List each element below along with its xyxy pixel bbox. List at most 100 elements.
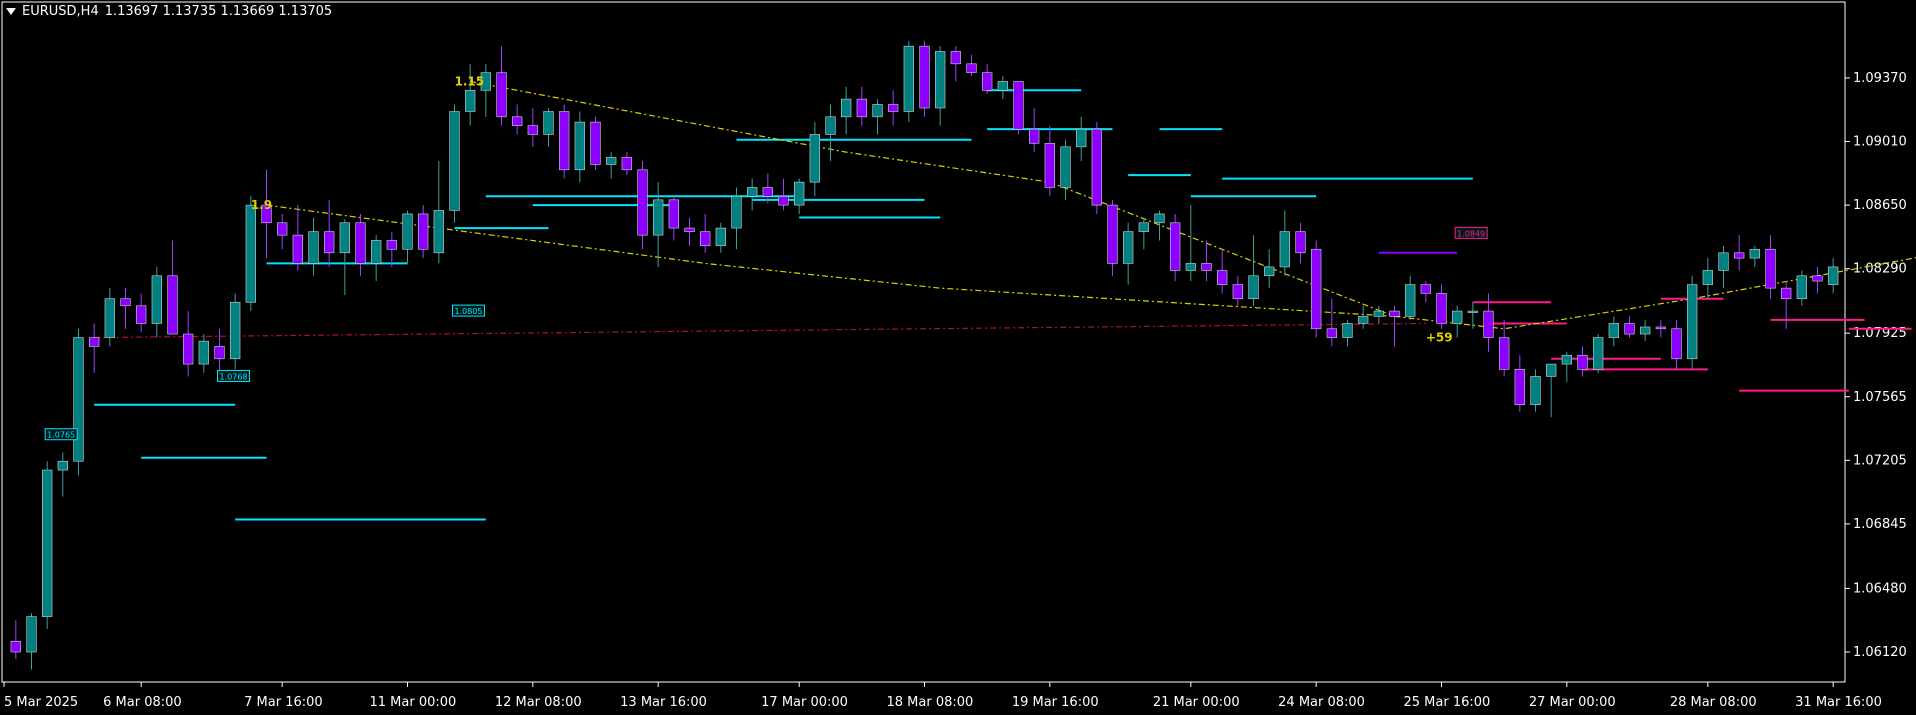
candle-body [386, 240, 397, 250]
candle-body [668, 199, 679, 229]
candle-body [1185, 263, 1196, 271]
candle-body [324, 231, 335, 254]
x-tick-label: 5 Mar 2025 [4, 695, 78, 710]
candle-body [1640, 326, 1651, 335]
candle-body [1123, 231, 1134, 264]
candle-body [574, 121, 585, 171]
x-tick-label: 31 Mar 16:00 [1795, 695, 1882, 710]
candle-body [1326, 328, 1337, 338]
candle-body [1138, 222, 1149, 232]
candle-body [1342, 323, 1353, 338]
trend-line [94, 322, 1426, 339]
y-tick-label: 1.06120 [1853, 645, 1907, 660]
price-tag-label: 1.0768 [220, 372, 248, 381]
candle-body [292, 234, 303, 264]
candle-body [1389, 310, 1400, 317]
candle-body [198, 340, 209, 365]
candle-body [1812, 275, 1823, 282]
candle-body [653, 199, 664, 236]
candle-body [371, 240, 382, 264]
candle-body [621, 157, 632, 171]
candle-body [1577, 354, 1588, 370]
candle-body [825, 116, 836, 135]
candle-body [10, 641, 21, 653]
x-tick-label: 19 Mar 16:00 [1012, 695, 1099, 710]
candle-body [167, 275, 178, 335]
candle-body [762, 187, 773, 197]
candle-body [1796, 275, 1807, 300]
candle-body [1765, 248, 1776, 289]
candle-body [1467, 310, 1478, 313]
candle-body [136, 305, 147, 324]
candle-body [1076, 128, 1087, 148]
candle-body [1420, 284, 1431, 294]
candle-body [997, 81, 1008, 91]
y-tick-label: 1.06480 [1853, 581, 1907, 596]
candle-body [700, 231, 711, 247]
candle-body [1170, 222, 1181, 271]
candle-body [57, 460, 68, 471]
candle-body [418, 213, 429, 250]
candle-body [1702, 270, 1713, 285]
candle-body [794, 181, 805, 206]
candle-body [1718, 252, 1729, 271]
candle-body [339, 222, 350, 254]
annotation-label: 1.9 [251, 198, 272, 212]
candle-body [950, 51, 961, 65]
candle-body [496, 72, 507, 118]
candle-body [715, 227, 726, 247]
candle-body [1295, 231, 1306, 254]
candle-body [26, 616, 37, 653]
candle-body [1264, 266, 1275, 277]
candle-body [120, 298, 131, 307]
y-tick-label: 1.06845 [1853, 517, 1907, 532]
price-chart[interactable]: 1.093701.090101.086501.082901.079251.075… [0, 0, 1916, 715]
candle-body [1608, 323, 1619, 338]
candle-body [214, 346, 225, 360]
y-tick-label: 1.09370 [1853, 71, 1907, 86]
candle-body [1436, 293, 1447, 324]
candle-body [888, 104, 899, 112]
candle-body [512, 116, 523, 126]
x-tick-label: 17 Mar 00:00 [761, 695, 848, 710]
candle-body [527, 125, 538, 135]
x-tick-label: 7 Mar 16:00 [244, 695, 323, 710]
y-tick-label: 1.09010 [1853, 135, 1907, 150]
candle-body [606, 157, 617, 165]
price-tag-label: 1.0805 [455, 307, 483, 316]
candle-body [1530, 376, 1541, 406]
candle-body [1749, 248, 1760, 259]
candle-body [1671, 328, 1682, 360]
candle-body [731, 195, 742, 229]
candle-body [104, 298, 115, 338]
candle-body [872, 104, 883, 118]
y-tick-label: 1.07205 [1853, 453, 1907, 468]
candle-body [89, 337, 100, 347]
candle-body [1013, 81, 1024, 130]
candle-body [1593, 337, 1604, 370]
candle-body [1248, 275, 1259, 300]
candle-body [747, 187, 758, 197]
candle-body [966, 63, 977, 73]
candle-body [1499, 337, 1510, 370]
x-tick-label: 24 Mar 08:00 [1278, 695, 1365, 710]
candle-body [1358, 316, 1369, 324]
x-tick-label: 6 Mar 08:00 [103, 695, 182, 710]
candle-body [1405, 284, 1416, 317]
candle-body [355, 222, 366, 264]
candle-body [543, 111, 554, 135]
candle-body [183, 333, 194, 365]
candle-body [308, 231, 319, 264]
candle-body [559, 111, 570, 171]
candle-body [465, 90, 476, 112]
candle-body [277, 222, 288, 236]
x-tick-label: 28 Mar 08:00 [1670, 695, 1757, 710]
price-tag-label: 1.0765 [47, 431, 75, 440]
candle-body [1734, 252, 1745, 259]
candle-body [1483, 310, 1494, 338]
x-tick-label: 12 Mar 08:00 [495, 695, 582, 710]
price-tag-label: 1.0849 [1457, 229, 1485, 238]
y-tick-label: 1.07565 [1853, 390, 1907, 405]
candle-body [1279, 231, 1290, 268]
x-tick-label: 18 Mar 08:00 [887, 695, 974, 710]
